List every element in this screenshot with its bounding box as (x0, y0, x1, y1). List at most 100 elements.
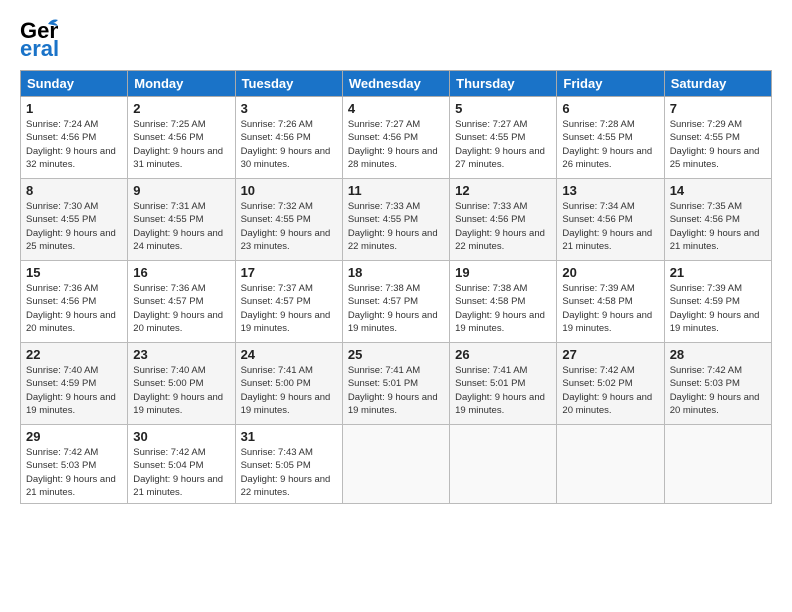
calendar-day-cell: 9 Sunrise: 7:31 AMSunset: 4:55 PMDayligh… (128, 179, 235, 261)
day-info: Sunrise: 7:42 AMSunset: 5:03 PMDaylight:… (26, 447, 116, 498)
calendar-day-cell: 6 Sunrise: 7:28 AMSunset: 4:55 PMDayligh… (557, 97, 664, 179)
calendar-table: SundayMondayTuesdayWednesdayThursdayFrid… (20, 70, 772, 504)
day-number: 13 (562, 183, 658, 198)
calendar-week-row: 8 Sunrise: 7:30 AMSunset: 4:55 PMDayligh… (21, 179, 772, 261)
day-number: 23 (133, 347, 229, 362)
calendar-page: Gen eral SundayMondayTuesdayWednesdayThu… (0, 0, 792, 612)
day-info: Sunrise: 7:24 AMSunset: 4:56 PMDaylight:… (26, 119, 116, 170)
weekday-header-wednesday: Wednesday (342, 71, 449, 97)
calendar-week-row: 15 Sunrise: 7:36 AMSunset: 4:56 PMDaylig… (21, 261, 772, 343)
day-number: 17 (241, 265, 337, 280)
weekday-header-tuesday: Tuesday (235, 71, 342, 97)
day-number: 5 (455, 101, 551, 116)
day-number: 20 (562, 265, 658, 280)
calendar-day-cell: 8 Sunrise: 7:30 AMSunset: 4:55 PMDayligh… (21, 179, 128, 261)
calendar-day-cell: 24 Sunrise: 7:41 AMSunset: 5:00 PMDaylig… (235, 343, 342, 425)
day-number: 4 (348, 101, 444, 116)
day-info: Sunrise: 7:36 AMSunset: 4:57 PMDaylight:… (133, 283, 223, 334)
calendar-day-cell: 30 Sunrise: 7:42 AMSunset: 5:04 PMDaylig… (128, 425, 235, 504)
day-number: 10 (241, 183, 337, 198)
calendar-day-cell: 15 Sunrise: 7:36 AMSunset: 4:56 PMDaylig… (21, 261, 128, 343)
day-number: 11 (348, 183, 444, 198)
calendar-day-cell: 28 Sunrise: 7:42 AMSunset: 5:03 PMDaylig… (664, 343, 771, 425)
weekday-header-thursday: Thursday (450, 71, 557, 97)
day-number: 8 (26, 183, 122, 198)
calendar-day-cell: 25 Sunrise: 7:41 AMSunset: 5:01 PMDaylig… (342, 343, 449, 425)
day-info: Sunrise: 7:43 AMSunset: 5:05 PMDaylight:… (241, 447, 331, 498)
day-number: 22 (26, 347, 122, 362)
calendar-day-cell: 26 Sunrise: 7:41 AMSunset: 5:01 PMDaylig… (450, 343, 557, 425)
day-number: 1 (26, 101, 122, 116)
calendar-day-cell: 29 Sunrise: 7:42 AMSunset: 5:03 PMDaylig… (21, 425, 128, 504)
page-header: Gen eral (20, 16, 772, 60)
day-info: Sunrise: 7:41 AMSunset: 5:01 PMDaylight:… (455, 365, 545, 416)
calendar-day-cell: 10 Sunrise: 7:32 AMSunset: 4:55 PMDaylig… (235, 179, 342, 261)
calendar-day-cell (342, 425, 449, 504)
day-number: 12 (455, 183, 551, 198)
day-number: 21 (670, 265, 766, 280)
weekday-header-saturday: Saturday (664, 71, 771, 97)
day-number: 3 (241, 101, 337, 116)
day-number: 25 (348, 347, 444, 362)
logo: Gen eral (20, 16, 58, 60)
day-number: 7 (670, 101, 766, 116)
day-info: Sunrise: 7:40 AMSunset: 5:00 PMDaylight:… (133, 365, 223, 416)
calendar-week-row: 29 Sunrise: 7:42 AMSunset: 5:03 PMDaylig… (21, 425, 772, 504)
calendar-day-cell: 21 Sunrise: 7:39 AMSunset: 4:59 PMDaylig… (664, 261, 771, 343)
day-info: Sunrise: 7:38 AMSunset: 4:57 PMDaylight:… (348, 283, 438, 334)
day-info: Sunrise: 7:33 AMSunset: 4:55 PMDaylight:… (348, 201, 438, 252)
calendar-day-cell: 31 Sunrise: 7:43 AMSunset: 5:05 PMDaylig… (235, 425, 342, 504)
svg-text:eral: eral (20, 36, 58, 60)
day-info: Sunrise: 7:42 AMSunset: 5:02 PMDaylight:… (562, 365, 652, 416)
day-number: 16 (133, 265, 229, 280)
calendar-week-row: 1 Sunrise: 7:24 AMSunset: 4:56 PMDayligh… (21, 97, 772, 179)
calendar-day-cell: 14 Sunrise: 7:35 AMSunset: 4:56 PMDaylig… (664, 179, 771, 261)
calendar-day-cell: 3 Sunrise: 7:26 AMSunset: 4:56 PMDayligh… (235, 97, 342, 179)
day-info: Sunrise: 7:40 AMSunset: 4:59 PMDaylight:… (26, 365, 116, 416)
calendar-header-row: SundayMondayTuesdayWednesdayThursdayFrid… (21, 71, 772, 97)
day-number: 19 (455, 265, 551, 280)
calendar-day-cell: 4 Sunrise: 7:27 AMSunset: 4:56 PMDayligh… (342, 97, 449, 179)
day-number: 28 (670, 347, 766, 362)
day-info: Sunrise: 7:27 AMSunset: 4:55 PMDaylight:… (455, 119, 545, 170)
calendar-day-cell: 11 Sunrise: 7:33 AMSunset: 4:55 PMDaylig… (342, 179, 449, 261)
calendar-day-cell (557, 425, 664, 504)
day-info: Sunrise: 7:38 AMSunset: 4:58 PMDaylight:… (455, 283, 545, 334)
calendar-day-cell: 18 Sunrise: 7:38 AMSunset: 4:57 PMDaylig… (342, 261, 449, 343)
day-number: 26 (455, 347, 551, 362)
day-info: Sunrise: 7:39 AMSunset: 4:59 PMDaylight:… (670, 283, 760, 334)
calendar-day-cell: 16 Sunrise: 7:36 AMSunset: 4:57 PMDaylig… (128, 261, 235, 343)
day-number: 24 (241, 347, 337, 362)
calendar-day-cell: 23 Sunrise: 7:40 AMSunset: 5:00 PMDaylig… (128, 343, 235, 425)
calendar-day-cell: 5 Sunrise: 7:27 AMSunset: 4:55 PMDayligh… (450, 97, 557, 179)
day-info: Sunrise: 7:26 AMSunset: 4:56 PMDaylight:… (241, 119, 331, 170)
calendar-day-cell: 19 Sunrise: 7:38 AMSunset: 4:58 PMDaylig… (450, 261, 557, 343)
day-number: 30 (133, 429, 229, 444)
calendar-day-cell: 17 Sunrise: 7:37 AMSunset: 4:57 PMDaylig… (235, 261, 342, 343)
calendar-day-cell (664, 425, 771, 504)
day-info: Sunrise: 7:36 AMSunset: 4:56 PMDaylight:… (26, 283, 116, 334)
day-number: 9 (133, 183, 229, 198)
day-number: 15 (26, 265, 122, 280)
day-number: 31 (241, 429, 337, 444)
calendar-day-cell: 2 Sunrise: 7:25 AMSunset: 4:56 PMDayligh… (128, 97, 235, 179)
day-info: Sunrise: 7:30 AMSunset: 4:55 PMDaylight:… (26, 201, 116, 252)
day-info: Sunrise: 7:35 AMSunset: 4:56 PMDaylight:… (670, 201, 760, 252)
calendar-day-cell: 27 Sunrise: 7:42 AMSunset: 5:02 PMDaylig… (557, 343, 664, 425)
calendar-day-cell (450, 425, 557, 504)
day-info: Sunrise: 7:31 AMSunset: 4:55 PMDaylight:… (133, 201, 223, 252)
day-info: Sunrise: 7:42 AMSunset: 5:03 PMDaylight:… (670, 365, 760, 416)
day-number: 29 (26, 429, 122, 444)
weekday-header-monday: Monday (128, 71, 235, 97)
weekday-header-friday: Friday (557, 71, 664, 97)
day-info: Sunrise: 7:28 AMSunset: 4:55 PMDaylight:… (562, 119, 652, 170)
day-number: 6 (562, 101, 658, 116)
day-number: 14 (670, 183, 766, 198)
calendar-day-cell: 22 Sunrise: 7:40 AMSunset: 4:59 PMDaylig… (21, 343, 128, 425)
day-number: 27 (562, 347, 658, 362)
day-info: Sunrise: 7:29 AMSunset: 4:55 PMDaylight:… (670, 119, 760, 170)
day-info: Sunrise: 7:41 AMSunset: 5:00 PMDaylight:… (241, 365, 331, 416)
day-number: 18 (348, 265, 444, 280)
day-info: Sunrise: 7:33 AMSunset: 4:56 PMDaylight:… (455, 201, 545, 252)
calendar-day-cell: 12 Sunrise: 7:33 AMSunset: 4:56 PMDaylig… (450, 179, 557, 261)
